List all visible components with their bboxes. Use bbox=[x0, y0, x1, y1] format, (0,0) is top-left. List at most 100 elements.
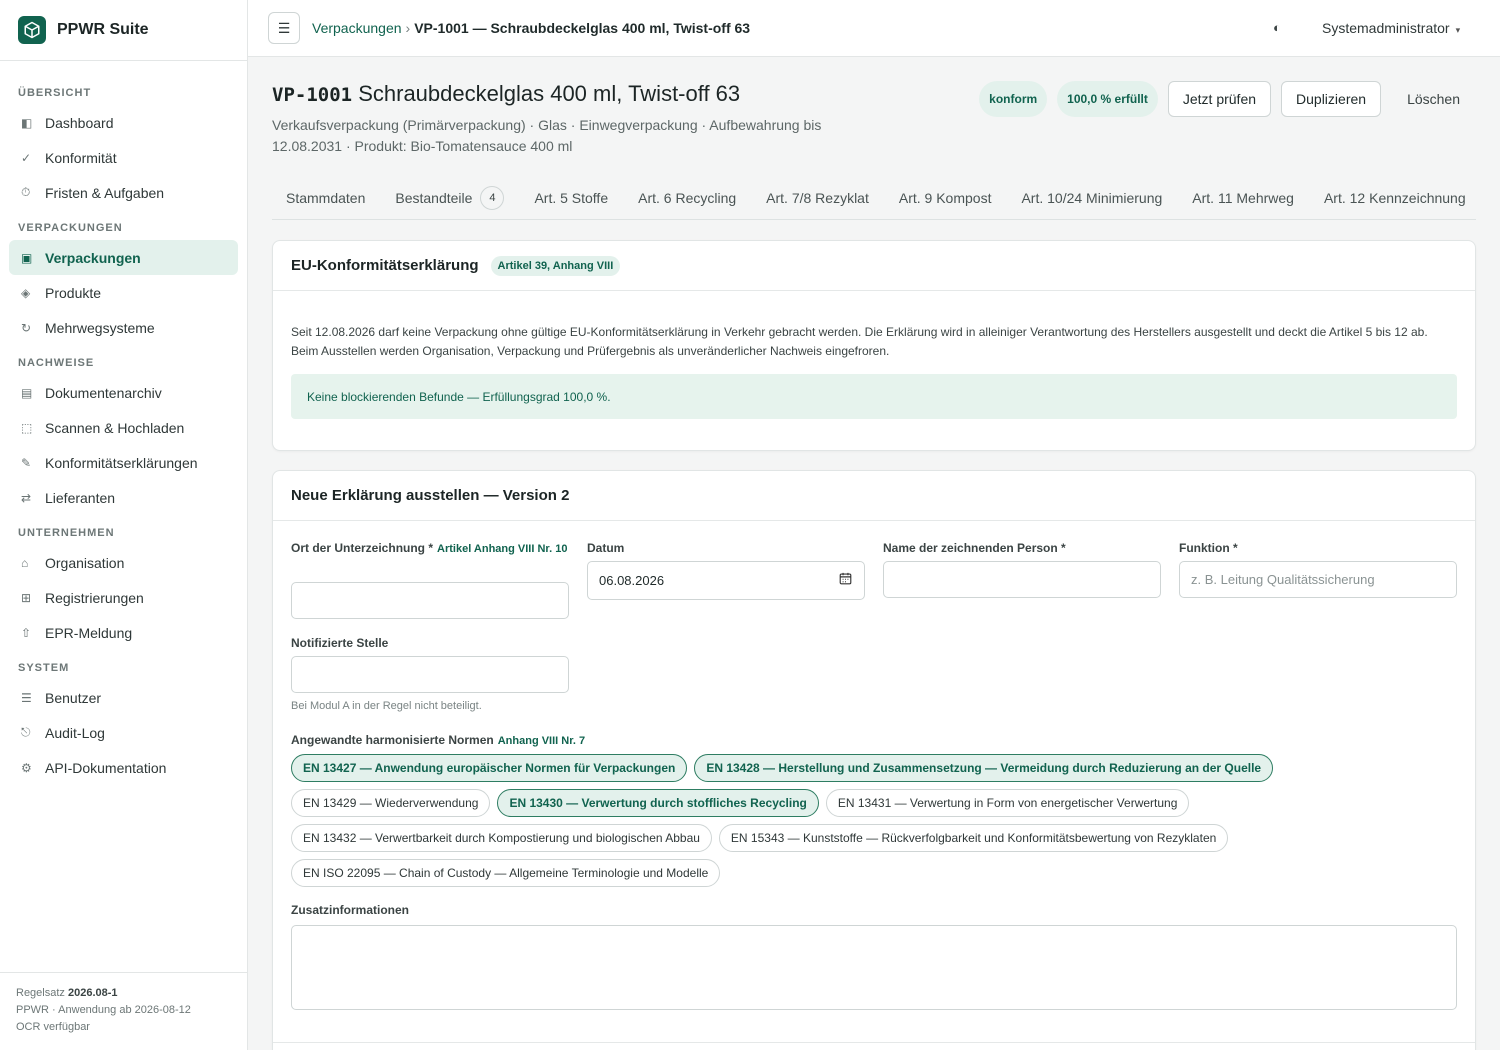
nav-section-title: NACHWEISE bbox=[18, 357, 95, 369]
article-tag: Artikel 39, Anhang VIII bbox=[490, 255, 621, 276]
packaging-title: Schraubdeckelglas 400 ml, Twist-off 63 bbox=[358, 81, 741, 106]
sidebar-item-lieferanten[interactable]: ⇄ Lieferanten bbox=[9, 480, 238, 515]
user-menu[interactable]: Systemadministrator ▾ bbox=[1322, 20, 1460, 36]
declaration-info-card: EU-Konformitätserklärung Artikel 39, Anh… bbox=[272, 240, 1476, 451]
nav-section-title: UNTERNEHMEN bbox=[18, 527, 115, 539]
nav-icon: ✎ bbox=[21, 455, 32, 470]
norm-chip[interactable]: EN 15343 — Kunststoffe — Rückverfolgbark… bbox=[718, 824, 1229, 852]
norm-chip[interactable]: EN 13428 — Herstellung und Zusammensetzu… bbox=[694, 754, 1274, 782]
tab-count-badge: 4 bbox=[480, 185, 505, 210]
norm-chip[interactable]: EN 13431 — Verwertung in Form von energe… bbox=[825, 789, 1190, 817]
tab-bestandteile[interactable]: Bestandteile 4 bbox=[381, 176, 518, 219]
breadcrumb-link-verpackungen[interactable]: Verpackungen bbox=[312, 20, 402, 36]
sidebar-item-api-dokumentation[interactable]: ⚙ API-Dokumentation bbox=[9, 750, 238, 785]
notified-body-hint: Bei Modul A in der Regel nicht beteiligt… bbox=[291, 700, 482, 712]
sidebar-item-epr-meldung[interactable]: ⇧ EPR-Meldung bbox=[9, 615, 238, 650]
sidebar-item-label: Verpackungen bbox=[45, 249, 141, 266]
nav-icon: ▣ bbox=[21, 250, 33, 265]
sidebar-item-registrierungen[interactable]: ⊞ Registrierungen bbox=[9, 580, 238, 615]
brand[interactable]: PPWR Suite bbox=[0, 0, 247, 61]
page-header: VP-1001 Schraubdeckelglas 400 ml, Twist-… bbox=[272, 81, 1476, 157]
score-badge: 100,0 % erfüllt bbox=[1057, 81, 1158, 117]
norm-chip[interactable]: EN 13432 — Verwertbarkeit durch Komposti… bbox=[291, 824, 712, 852]
sidebar-item-benutzer[interactable]: ☰ Benutzer bbox=[9, 680, 238, 715]
tab-label: Art. 9 Kompost bbox=[898, 189, 992, 206]
ppwr-date: PPWR · Anwendung ab 2026-08-12 bbox=[16, 1004, 191, 1016]
sidebar-item-verpackungen[interactable]: ▣ Verpackungen bbox=[9, 240, 238, 275]
notified-body-input[interactable] bbox=[291, 656, 569, 693]
tab-label: Art. 10/24 Minimierung bbox=[1021, 189, 1163, 206]
delete-button[interactable]: Löschen bbox=[1391, 81, 1476, 117]
ruleset-version: 2026.08-1 bbox=[67, 987, 118, 999]
theme-toggle-icon[interactable]: ◐ bbox=[1273, 20, 1281, 35]
sidebar-item-label: Produkte bbox=[45, 284, 102, 301]
nav-icon: ⌂ bbox=[21, 555, 29, 570]
function-input[interactable]: z. B. Leitung Qualitätssicherung bbox=[1179, 561, 1457, 598]
sidebar-item-produkte[interactable]: ◈ Produkte bbox=[9, 275, 238, 310]
date-input[interactable]: 06.08.2026 bbox=[587, 561, 865, 600]
breadcrumb-current: VP-1001 — Schraubdeckelglas 400 ml, Twis… bbox=[414, 20, 751, 36]
sidebar-item-mehrwegsysteme[interactable]: ↻ Mehrwegsysteme bbox=[9, 310, 238, 345]
tab-art-12-kennzeichnung[interactable]: Art. 12 Kennzeichnung bbox=[1310, 176, 1476, 219]
extra-info-textarea[interactable] bbox=[291, 925, 1457, 1010]
card-header: EU-Konformitätserklärung Artikel 39, Anh… bbox=[273, 241, 1475, 291]
place-label: Ort der Unterzeichnung * Artikel Anhang V… bbox=[291, 539, 569, 559]
tab-label: Art. 6 Recycling bbox=[638, 189, 737, 206]
tab-stammdaten[interactable]: Stammdaten bbox=[272, 176, 379, 219]
sidebar-item-dokumentenarchiv[interactable]: ▤ Dokumentenarchiv bbox=[9, 375, 238, 410]
norm-chip[interactable]: EN 13429 — Wiederverwendung bbox=[291, 789, 491, 817]
sidebar-item-scannen-hochladen[interactable]: ⬚ Scannen & Hochladen bbox=[9, 410, 238, 445]
date-value: 06.08.2026 bbox=[599, 573, 665, 588]
sidebar-item-label: EPR-Meldung bbox=[45, 624, 133, 641]
sidebar-item-audit-log[interactable]: ⎋ Audit-Log bbox=[9, 715, 238, 750]
tab-art-11-mehrweg[interactable]: Art. 11 Mehrweg bbox=[1178, 176, 1308, 219]
sidebar: PPWR Suite ÜBERSICHT ◧ Dashboard ✓ Konformit… bbox=[0, 0, 248, 1050]
tab-bar: Stammdaten Bestandteile 4 Art. 5 Stoffe Art.… bbox=[272, 176, 1476, 220]
sidebar-item-label: Dashboard bbox=[45, 114, 114, 131]
tab-label: Bestandteile bbox=[395, 189, 473, 206]
tab-art-10-24-minimierung[interactable]: Art. 10/24 Minimierung bbox=[1007, 176, 1176, 219]
tab-art-5-stoffe[interactable]: Art. 5 Stoffe bbox=[520, 176, 622, 219]
calendar-icon[interactable] bbox=[839, 572, 852, 588]
norm-chip[interactable]: EN 13427 — Anwendung europäischer Normen… bbox=[291, 754, 688, 782]
check-now-button[interactable]: Jetzt prüfen bbox=[1167, 81, 1272, 117]
nav-section-title: VERPACKUNGEN bbox=[18, 222, 123, 234]
sidebar-item-konformitätserklärungen[interactable]: ✎ Konformitätserklärungen bbox=[9, 445, 238, 480]
tab-art-9-kompost[interactable]: Art. 9 Kompost bbox=[885, 176, 1006, 219]
tab-label: Art. 5 Stoffe bbox=[534, 189, 609, 206]
tab-art-6-recycling[interactable]: Art. 6 Recycling bbox=[624, 176, 750, 219]
declaration-description: Seit 12.08.2026 darf keine Verpackung oh… bbox=[291, 325, 1428, 358]
new-declaration-card: Neue Erklärung ausstellen — Version 2 Or… bbox=[272, 470, 1476, 1050]
signer-input[interactable] bbox=[883, 561, 1161, 598]
function-label: Funktion * bbox=[1179, 541, 1238, 555]
sidebar-item-fristen-aufgaben[interactable]: ⏱ Fristen & Aufgaben bbox=[9, 175, 238, 210]
status-badge: konform bbox=[979, 81, 1048, 117]
signer-label: Name der zeichnenden Person * bbox=[883, 541, 1066, 555]
tab-art-7-8-rezyklat[interactable]: Art. 7/8 Rezyklat bbox=[752, 176, 883, 219]
nav-icon: ⎋ bbox=[21, 725, 31, 739]
sidebar-item-konformität[interactable]: ✓ Konformität bbox=[9, 140, 238, 175]
card-divider bbox=[273, 1042, 1475, 1043]
success-alert: Keine blockierenden Befunde — Erfüllungs… bbox=[291, 374, 1457, 419]
menu-toggle-button[interactable]: ☰ bbox=[268, 12, 300, 44]
norms-reference: Anhang VIII Nr. 7 bbox=[497, 735, 586, 747]
place-input[interactable] bbox=[291, 582, 569, 619]
norm-chip[interactable]: EN 13430 — Verwertung durch stoffliches … bbox=[497, 789, 819, 817]
sidebar-item-organisation[interactable]: ⌂ Organisation bbox=[9, 545, 238, 580]
sidebar-item-label: Registrierungen bbox=[45, 589, 144, 606]
norm-chip[interactable]: EN ISO 22095 — Chain of Custody — Allgem… bbox=[291, 859, 721, 887]
nav-icon: ◧ bbox=[21, 115, 33, 130]
breadcrumb-separator: › bbox=[405, 20, 411, 36]
date-label: Datum bbox=[587, 541, 625, 555]
sidebar-item-label: Fristen & Aufgaben bbox=[45, 184, 165, 201]
sidebar-item-label: Benutzer bbox=[45, 689, 102, 706]
nav-icon: ⇧ bbox=[21, 625, 32, 640]
nav-section-title: ÜBERSICHT bbox=[18, 87, 92, 99]
duplicate-button[interactable]: Duplizieren bbox=[1281, 81, 1382, 117]
sidebar-item-dashboard[interactable]: ◧ Dashboard bbox=[9, 105, 238, 140]
norms-label: Angewandte harmonisierte Normen Anhang VI… bbox=[291, 731, 585, 751]
nav-icon: ◈ bbox=[21, 285, 31, 300]
header-actions: konform 100,0 % erfüllt Jetzt prüfen Dup… bbox=[979, 81, 1476, 117]
place-reference: Artikel Anhang VIII Nr. 10 bbox=[437, 543, 568, 555]
nav-icon: ▤ bbox=[21, 385, 33, 400]
